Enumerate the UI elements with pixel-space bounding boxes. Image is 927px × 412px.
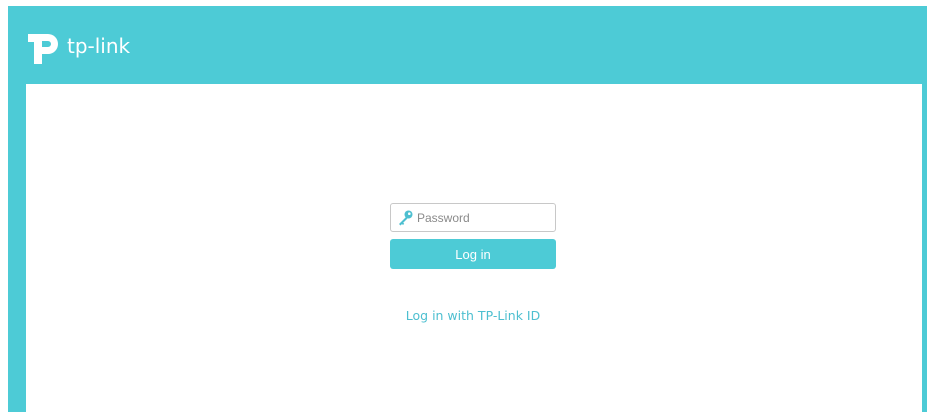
- brand-logo: tp-link: [28, 24, 130, 66]
- key-icon: [399, 210, 413, 226]
- login-form: Log in: [390, 203, 556, 269]
- login-panel: Log in Log in with TP-Link ID: [26, 84, 922, 412]
- app-frame: tp-link Log in Log in with TP-Link ID: [8, 6, 927, 412]
- login-button[interactable]: Log in: [390, 239, 556, 269]
- tplink-id-login-link[interactable]: Log in with TP-Link ID: [390, 308, 556, 323]
- password-field[interactable]: [390, 203, 556, 232]
- header-bar: tp-link: [8, 6, 927, 84]
- brand-name: tp-link: [67, 34, 131, 58]
- tp-link-logo-icon: [28, 34, 58, 64]
- password-input[interactable]: [417, 204, 551, 231]
